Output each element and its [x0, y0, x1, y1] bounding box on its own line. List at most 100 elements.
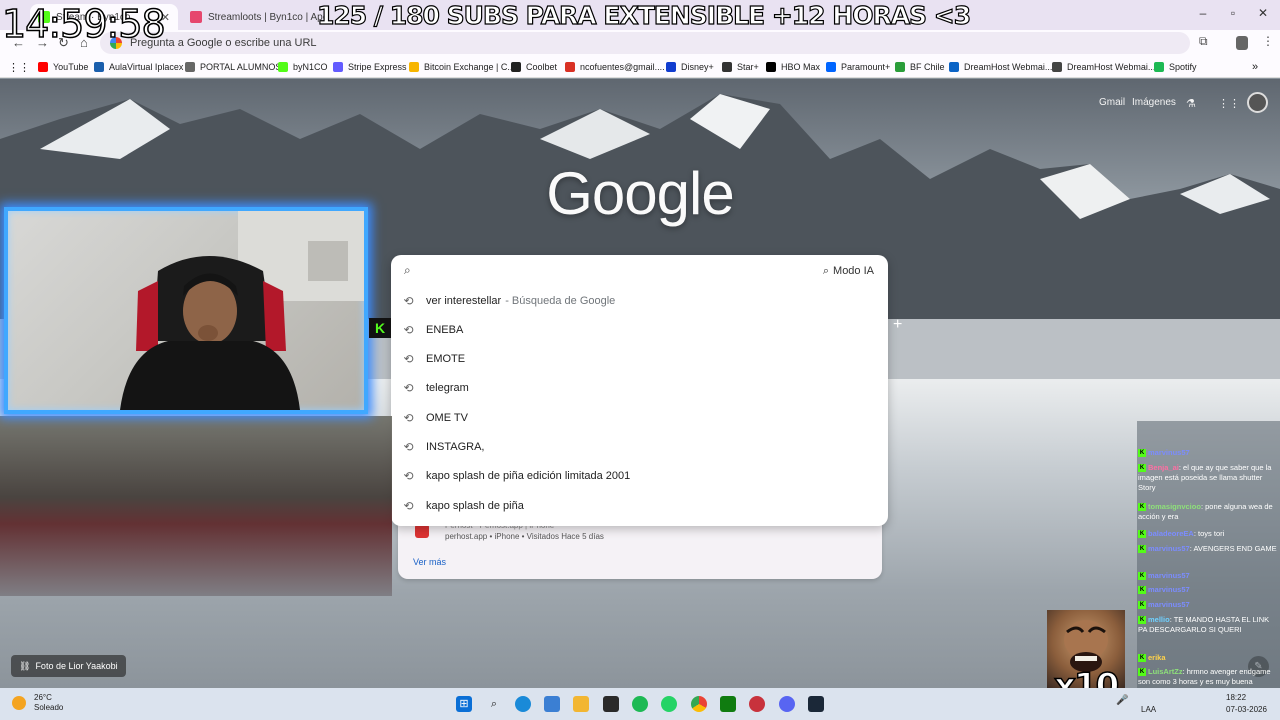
- streamloots-icon: [190, 11, 202, 23]
- taskbar-time[interactable]: 18:22: [1226, 693, 1246, 702]
- avatar[interactable]: [1247, 92, 1268, 113]
- bookmark-portal[interactable]: PORTAL ALUMNOS: [185, 60, 281, 74]
- recent-activity-card: Perhost · Perhost.app | iPhone perhost.a…: [398, 519, 882, 579]
- streamer-webcam: [120, 211, 364, 410]
- discord-icon[interactable]: [779, 696, 795, 712]
- bookmark-star[interactable]: Star+: [722, 60, 759, 74]
- suggestion-item[interactable]: ⟲ kapo splash de piña edición limitada 20…: [391, 461, 888, 490]
- photo-credit[interactable]: ⛓ Foto de Lior Yaakobi: [11, 655, 126, 677]
- bookmark-label: DreamHost Webmai...: [964, 62, 1053, 72]
- chat-text: : AVENGERS END GAME: [1189, 544, 1277, 553]
- bookmark-disney[interactable]: Disney+: [666, 60, 714, 74]
- chat-user: mellio: [1148, 615, 1170, 624]
- sparkle-search-icon: ⌕: [822, 264, 830, 277]
- gmail-link[interactable]: Gmail: [1099, 97, 1125, 108]
- photo-credit-label: Foto de Lior Yaakobi: [35, 661, 118, 671]
- modo-ia-button[interactable]: ⌕ Modo IA: [817, 261, 880, 281]
- window-close-button[interactable]: ✕: [1248, 6, 1278, 20]
- address-bar[interactable]: Pregunta a Google o escribe una URL: [100, 32, 1190, 54]
- suggestion-item[interactable]: ⟲ EMOTE: [391, 344, 888, 373]
- dreamhost-icon: [949, 62, 959, 72]
- chat-message: Kmellio: TE MANDO HASTA EL LINK PA DESCA…: [1138, 615, 1279, 635]
- whatsapp-icon[interactable]: [661, 696, 677, 712]
- extensions-icon[interactable]: ⧉: [1199, 34, 1208, 49]
- kick-logo: K: [369, 318, 391, 338]
- bookmark-bitcoin[interactable]: Bitcoin Exchange | C...: [409, 60, 515, 74]
- suggestion-item[interactable]: ⟲ INSTAGRA,: [391, 432, 888, 461]
- apps-grid-icon[interactable]: ⋮⋮: [1218, 97, 1240, 110]
- link-icon: ⛓: [19, 660, 31, 671]
- profile-icon[interactable]: [1236, 36, 1248, 50]
- taskbar: 26°C Soleado ⊞ ⌕ 🎤 LAA 18:22 07-03-2026: [0, 688, 1280, 720]
- language-indicator[interactable]: LAA: [1141, 705, 1156, 714]
- sun-icon: [12, 696, 26, 710]
- history-icon: ⟲: [403, 498, 414, 513]
- maximize-button[interactable]: ▫: [1218, 6, 1248, 20]
- kick-badge-icon: K: [1138, 601, 1146, 610]
- more-bookmarks-icon[interactable]: »: [1252, 60, 1258, 74]
- suggestion-text: EMOTE: [426, 352, 466, 365]
- snipping-icon[interactable]: [603, 696, 619, 712]
- ver-mas-link[interactable]: Ver más: [413, 557, 446, 567]
- bookmark-dreamhost-1[interactable]: DreamHost Webmai...: [949, 60, 1052, 74]
- kick-badge-icon: K: [1138, 449, 1146, 458]
- taskbar-date[interactable]: 07-03-2026: [1226, 705, 1267, 714]
- tab-streamloots[interactable]: Streamloots | Byn1co | Apóyame: [182, 4, 332, 30]
- chat-message: Kmarvinus57: [1138, 448, 1279, 458]
- menu-icon[interactable]: ⋮: [1262, 34, 1274, 48]
- chat-message: Kmarvinus57: [1138, 600, 1279, 610]
- history-icon: ⟲: [403, 380, 414, 395]
- bookmark-bfchile[interactable]: BF Chile: [895, 60, 945, 74]
- bookmark-label: byN1CO: [293, 62, 328, 72]
- kick-badge-icon: K: [1138, 616, 1146, 625]
- bookmark-byn1co[interactable]: byN1CO: [278, 60, 328, 74]
- bookmark-youtube[interactable]: YouTube: [38, 60, 88, 74]
- bookmark-hbo[interactable]: HBO Max: [766, 60, 820, 74]
- chat-message: Kmarvinus57: [1138, 571, 1279, 581]
- suggestion-item[interactable]: ⟲ OME TV: [391, 403, 888, 432]
- bookmark-dreamhost-2[interactable]: DreamHost Webmai...: [1052, 60, 1155, 74]
- search-box[interactable]: ⌕ ⌕ Modo IA: [391, 255, 888, 285]
- mic-icon[interactable]: 🎤: [1116, 695, 1128, 706]
- bookmark-label: DreamHost Webmai...: [1067, 62, 1156, 72]
- bookmark-spotify[interactable]: Spotify: [1154, 60, 1197, 74]
- bookmark-gmail[interactable]: ncofuentes@gmail....: [565, 60, 665, 74]
- search-taskbar-icon[interactable]: ⌕: [486, 696, 502, 712]
- bookmarks-bar: ⋮⋮ YouTube AulaVirtual Iplacex PORTAL AL…: [0, 56, 1280, 78]
- chat-message: Kmarvinus57: AVENGERS END GAME: [1138, 544, 1279, 554]
- bookmark-coolbet[interactable]: Coolbet: [511, 60, 557, 74]
- spotify-taskbar-icon[interactable]: [632, 696, 648, 712]
- search-input[interactable]: [425, 260, 805, 280]
- steam-icon[interactable]: [808, 696, 824, 712]
- xbox-icon[interactable]: [720, 696, 736, 712]
- bfchile-icon: [895, 62, 905, 72]
- edge-icon[interactable]: [515, 696, 531, 712]
- bookmark-aulavirtual[interactable]: AulaVirtual Iplacex: [94, 60, 183, 74]
- labs-icon[interactable]: ⚗: [1186, 97, 1196, 110]
- chat-user: marvinus57: [1148, 600, 1190, 609]
- suggestion-item[interactable]: ⟲ ENEBA: [391, 315, 888, 344]
- images-link[interactable]: Imágenes: [1132, 97, 1176, 108]
- bookmark-label: AulaVirtual Iplacex: [109, 62, 184, 72]
- weather-widget[interactable]: 26°C Soleado: [12, 693, 63, 713]
- minimize-button[interactable]: –: [1188, 6, 1218, 20]
- file-explorer-icon[interactable]: [573, 696, 589, 712]
- suggestion-item[interactable]: ⟲ telegram: [391, 373, 888, 402]
- bookmark-label: Star+: [737, 62, 759, 72]
- weather-condition: Soleado: [34, 703, 64, 712]
- chrome-icon[interactable]: [691, 696, 707, 712]
- app-icon[interactable]: [749, 696, 765, 712]
- subs-goal-banner: 125 / 180 SUBS PARA EXTENSIBLE +12 HORAS…: [316, 0, 971, 30]
- bookmark-paramount[interactable]: Paramount+: [826, 60, 890, 74]
- kick-icon: [278, 62, 288, 72]
- store-icon[interactable]: [544, 696, 560, 712]
- suggestion-item[interactable]: ⟲ ver interestellar - Búsqueda de Google: [391, 286, 888, 315]
- history-icon: ⟲: [403, 439, 414, 454]
- add-shortcut-icon[interactable]: +: [893, 316, 902, 334]
- bookmark-stripe[interactable]: Stripe Express: [333, 60, 407, 74]
- youtube-icon: [38, 62, 48, 72]
- suggestion-item[interactable]: ⟲ kapo splash de piña: [391, 491, 888, 520]
- suggestion-text: telegram: [426, 381, 469, 394]
- start-icon[interactable]: ⊞: [456, 696, 472, 712]
- apps-icon[interactable]: ⋮⋮: [8, 60, 30, 74]
